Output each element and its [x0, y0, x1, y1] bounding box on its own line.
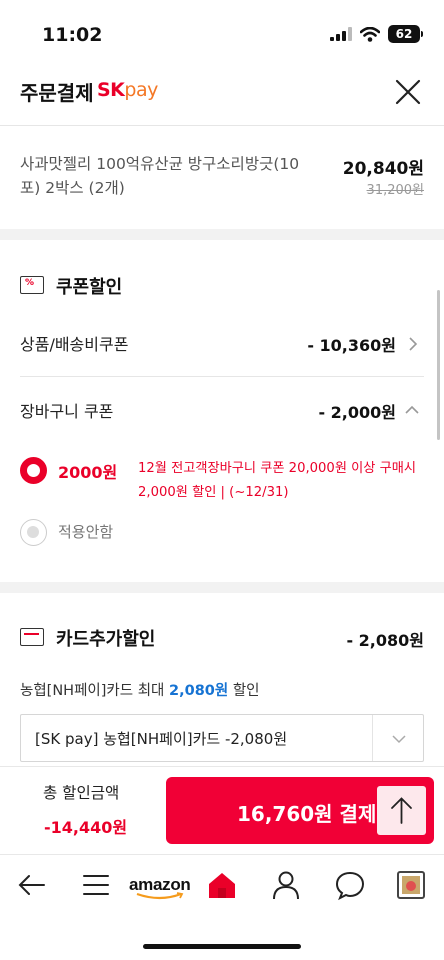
- section-divider: [0, 229, 444, 240]
- coupon-option-description: 12월 전고객장바구니 쿠폰 20,000원 이상 구매시 2,000원 할인 …: [138, 461, 417, 500]
- scroll-top-button[interactable]: [377, 786, 426, 835]
- chevron-down-icon: [392, 735, 406, 744]
- close-icon[interactable]: [394, 78, 422, 106]
- coupon-row-label: 장바구니 쿠폰: [20, 402, 114, 421]
- home-indicator: [143, 944, 301, 949]
- skpay-logo: SKpay: [97, 79, 158, 101]
- card-select[interactable]: [SK pay] 농협[NH페이]카드 -2,080원: [20, 714, 424, 762]
- status-icons: 62: [330, 25, 423, 43]
- home-icon[interactable]: [206, 869, 238, 901]
- profile-icon[interactable]: [270, 869, 302, 901]
- signal-icon: [330, 27, 352, 41]
- product-original-price: 31,200원: [366, 183, 424, 198]
- back-arrow-icon[interactable]: [16, 869, 48, 901]
- brand-sk: SK: [97, 79, 125, 101]
- total-discount-amount: -14,440원: [44, 818, 128, 837]
- amazon-smile-icon: [136, 892, 184, 900]
- amazon-logo[interactable]: amazon: [129, 875, 191, 900]
- card-icon: [20, 628, 44, 646]
- coupon-row-product[interactable]: 상품/배송비쿠폰 - 10,360원: [0, 315, 436, 375]
- section-divider: [0, 582, 444, 593]
- coupon-row-cart[interactable]: 장바구니 쿠폰 - 2,000원: [0, 380, 436, 438]
- product-name: 사과맛젤리 100억유산균 방구소리방긋(10포) 2박스 (2개): [20, 155, 300, 197]
- select-separator: [372, 715, 373, 761]
- wifi-icon: [360, 26, 380, 42]
- brand-pay: pay: [124, 79, 158, 101]
- card-section-title: 카드추가할인: [56, 629, 156, 650]
- coupon-row-value: - 2,000원: [318, 403, 396, 422]
- card-discount-note: 농협[NH페이]카드 최대 2,080원 할인: [20, 683, 260, 699]
- row-divider: [20, 376, 424, 377]
- coupon-option-radio-selected[interactable]: [20, 457, 47, 484]
- coupon-option-none-label: 적용안함: [58, 523, 114, 541]
- product-price: 20,840원: [342, 159, 424, 179]
- coupon-option-amount: 2000원: [58, 463, 118, 482]
- coupon-icon: %: [20, 276, 44, 294]
- status-time: 11:02: [42, 24, 103, 46]
- card-discount-value: - 2,080원: [346, 631, 424, 650]
- arrow-up-icon: [391, 797, 412, 824]
- chevron-up-icon: [405, 405, 419, 414]
- pay-button-label: 16,760원 결제: [237, 802, 377, 826]
- coupon-row-value: - 10,360원: [307, 336, 396, 355]
- chevron-right-icon: [409, 337, 418, 351]
- scrollbar[interactable]: [437, 290, 440, 440]
- coupon-option-radio-none[interactable]: [20, 519, 47, 546]
- chat-icon[interactable]: [334, 869, 366, 901]
- recent-icon[interactable]: [397, 871, 425, 899]
- card-select-value: [SK pay] 농협[NH페이]카드 -2,080원: [35, 730, 288, 748]
- total-discount-label: 총 할인금액: [43, 784, 120, 802]
- battery-icon: 62: [388, 25, 423, 43]
- header-divider: [0, 125, 444, 126]
- page-title: 주문결제: [20, 81, 94, 105]
- coupon-section-title: 쿠폰할인: [56, 277, 123, 298]
- bottom-nav: amazon: [0, 854, 444, 920]
- menu-icon[interactable]: [80, 869, 112, 901]
- coupon-row-label: 상품/배송비쿠폰: [20, 335, 129, 354]
